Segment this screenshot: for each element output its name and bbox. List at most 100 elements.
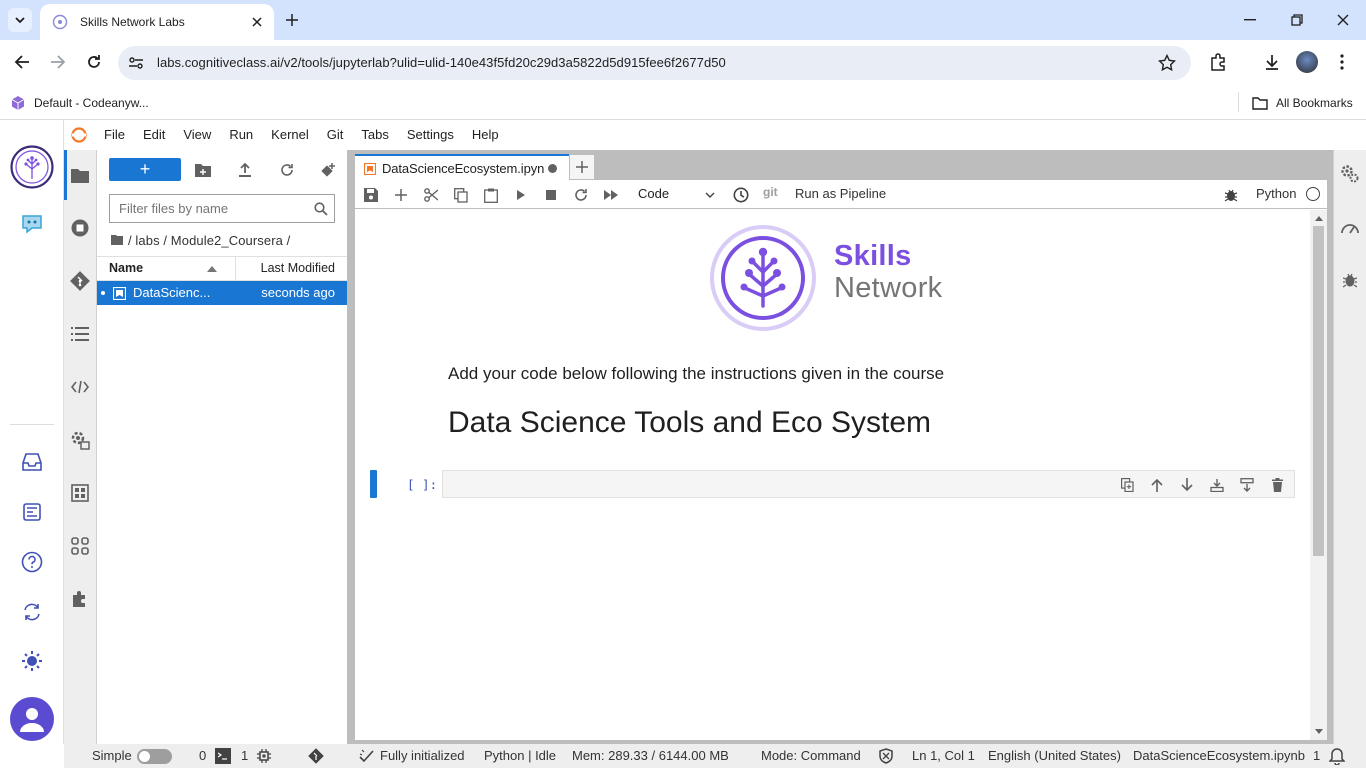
- code-snippets-tab-icon[interactable]: [70, 377, 90, 397]
- forward-icon[interactable]: [46, 50, 70, 74]
- save-icon[interactable]: [363, 187, 379, 203]
- inbox-icon[interactable]: [20, 450, 44, 474]
- close-window-icon[interactable]: [1333, 10, 1353, 30]
- minimize-icon[interactable]: [1240, 10, 1260, 30]
- menu-kernel[interactable]: Kernel: [262, 120, 318, 150]
- address-bar[interactable]: labs.cognitiveclass.ai/v2/tools/jupyterl…: [118, 46, 1191, 80]
- collaboration-tab-icon[interactable]: [70, 536, 90, 556]
- restart-run-all-icon[interactable]: [601, 187, 621, 203]
- name-column-header[interactable]: Name: [109, 261, 143, 275]
- move-cell-down-icon[interactable]: [1179, 477, 1195, 493]
- new-tab-icon[interactable]: [282, 10, 302, 30]
- property-inspector-tab-icon[interactable]: [70, 483, 90, 503]
- bookmark-star-icon[interactable]: [1158, 54, 1176, 72]
- language-setting[interactable]: English (United States): [988, 747, 1121, 765]
- cut-icon[interactable]: [423, 187, 439, 203]
- menu-edit[interactable]: Edit: [134, 120, 174, 150]
- bell-icon[interactable]: [1328, 747, 1346, 765]
- cursor-position[interactable]: Ln 1, Col 1: [912, 747, 975, 765]
- menu-view[interactable]: View: [174, 120, 220, 150]
- user-account-icon[interactable]: [10, 697, 54, 741]
- notebook-tab[interactable]: DataScienceEcosystem.ipyn: [355, 154, 569, 181]
- scroll-up-icon[interactable]: [1314, 214, 1323, 222]
- paste-icon[interactable]: [483, 187, 499, 203]
- browser-tab[interactable]: Skills Network Labs: [40, 4, 274, 40]
- interrupt-kernel-icon[interactable]: [543, 187, 559, 203]
- chat-assistant-icon[interactable]: [20, 212, 44, 236]
- delete-cell-icon[interactable]: [1269, 477, 1285, 493]
- notification-count[interactable]: 1: [1313, 747, 1320, 765]
- tab-search-icon[interactable]: [8, 8, 32, 32]
- file-row[interactable]: DataScienc... seconds ago: [97, 281, 347, 305]
- file-browser-tab-icon[interactable]: [70, 165, 90, 185]
- back-icon[interactable]: [10, 50, 34, 74]
- git-status-icon[interactable]: [307, 747, 325, 765]
- reload-icon[interactable]: [82, 50, 106, 74]
- modified-column-header[interactable]: Last Modified: [261, 261, 335, 275]
- scrollbar-thumb[interactable]: [1313, 226, 1324, 556]
- clock-icon[interactable]: [732, 186, 750, 204]
- code-cell-editor[interactable]: [442, 470, 1295, 498]
- help-icon[interactable]: [20, 550, 44, 574]
- trusted-shield-icon[interactable]: [878, 747, 894, 765]
- debugger-icon[interactable]: [1223, 187, 1239, 203]
- simple-mode-toggle[interactable]: [137, 749, 172, 764]
- menu-tabs[interactable]: Tabs: [352, 120, 397, 150]
- git-label[interactable]: git: [763, 185, 778, 199]
- downloads-icon[interactable]: [1262, 52, 1282, 72]
- all-bookmarks-button[interactable]: All Bookmarks: [1252, 92, 1353, 114]
- instructions-icon[interactable]: [20, 500, 44, 524]
- menu-git[interactable]: Git: [318, 120, 353, 150]
- git-tab-icon[interactable]: [70, 271, 90, 291]
- add-tab-icon[interactable]: [569, 154, 595, 180]
- extension-settings-tab-icon[interactable]: [70, 430, 90, 450]
- new-folder-icon[interactable]: [193, 160, 213, 180]
- cell-type-dropdown[interactable]: Code: [635, 184, 717, 205]
- notebook-scrollbar[interactable]: [1310, 210, 1327, 740]
- kernel-status[interactable]: Python | Idle: [484, 747, 556, 765]
- run-cell-icon[interactable]: [513, 187, 529, 203]
- property-settings-icon[interactable]: [1340, 164, 1360, 184]
- debugger-panel-icon[interactable]: [1340, 270, 1360, 290]
- restore-icon[interactable]: [1287, 10, 1307, 30]
- close-tab-icon[interactable]: [252, 17, 262, 27]
- extensions-icon[interactable]: [1208, 52, 1228, 72]
- table-of-contents-tab-icon[interactable]: [70, 324, 90, 344]
- menu-help[interactable]: Help: [463, 120, 508, 150]
- insert-cell-icon[interactable]: [393, 187, 409, 203]
- copy-icon[interactable]: [453, 187, 469, 203]
- restart-kernel-icon[interactable]: [573, 187, 589, 203]
- bookmark-item[interactable]: Default - Codeanyw...: [10, 92, 149, 114]
- kernels-count[interactable]: 1: [241, 747, 248, 765]
- breadcrumb-path[interactable]: / labs / Module2_Coursera /: [128, 233, 290, 248]
- kernel-name[interactable]: Python: [1256, 186, 1296, 201]
- skills-network-logo-icon[interactable]: [10, 145, 54, 189]
- profile-avatar[interactable]: [1296, 51, 1318, 73]
- duplicate-cell-icon[interactable]: [1119, 477, 1135, 493]
- menu-file[interactable]: File: [95, 120, 134, 150]
- panel-splitter[interactable]: [347, 150, 355, 744]
- new-launcher-button[interactable]: +: [109, 158, 181, 181]
- refresh-icon[interactable]: [277, 160, 297, 180]
- insert-cell-above-icon[interactable]: [1209, 477, 1225, 493]
- run-as-pipeline-button[interactable]: Run as Pipeline: [795, 186, 886, 201]
- resource-usage-icon[interactable]: [1340, 217, 1360, 237]
- upload-icon[interactable]: [235, 160, 255, 180]
- filter-files-input[interactable]: [110, 195, 306, 222]
- running-kernels-tab-icon[interactable]: [70, 218, 90, 238]
- insert-cell-below-icon[interactable]: [1239, 477, 1255, 493]
- menu-run[interactable]: Run: [220, 120, 262, 150]
- theme-toggle-icon[interactable]: [20, 649, 44, 673]
- filter-files-box[interactable]: [109, 194, 335, 223]
- git-clone-icon[interactable]: [318, 160, 338, 180]
- terminals-count[interactable]: 0: [199, 747, 206, 765]
- menu-settings[interactable]: Settings: [398, 120, 463, 150]
- home-folder-icon[interactable]: [111, 235, 123, 245]
- site-info-icon[interactable]: [128, 55, 144, 71]
- move-cell-up-icon[interactable]: [1149, 477, 1165, 493]
- browser-menu-icon[interactable]: [1336, 52, 1348, 72]
- extension-manager-tab-icon[interactable]: [70, 589, 90, 609]
- unsaved-dot-icon[interactable]: [548, 164, 558, 173]
- sync-icon[interactable]: [20, 600, 44, 624]
- scroll-down-icon[interactable]: [1314, 727, 1323, 735]
